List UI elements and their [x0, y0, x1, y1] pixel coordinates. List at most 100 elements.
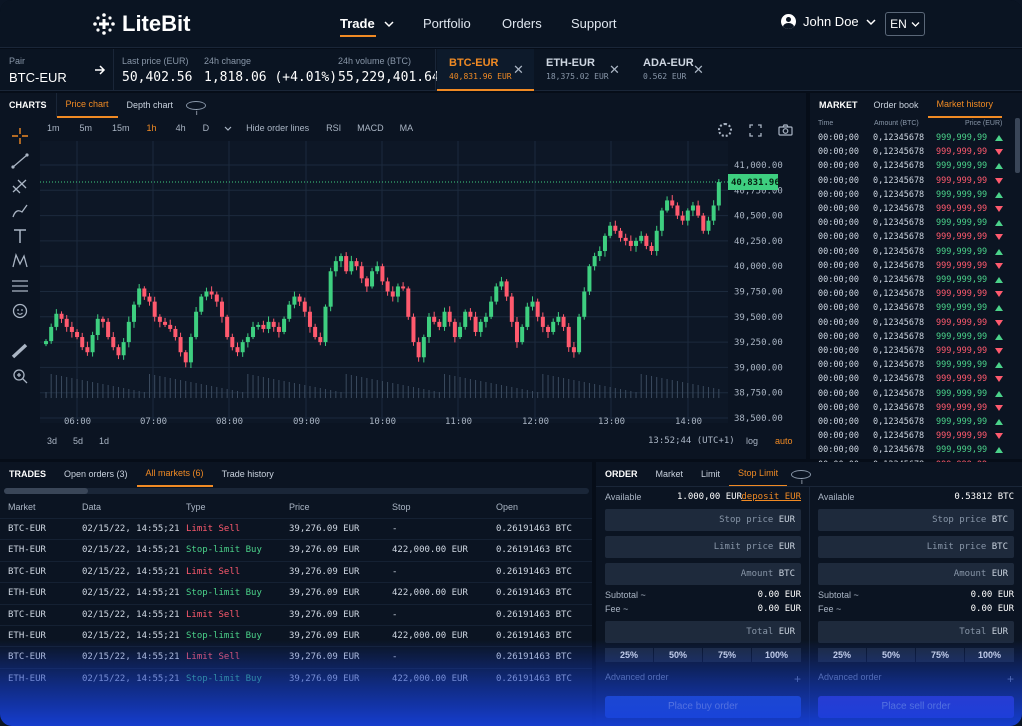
percent-50-button[interactable]: 50% [654, 648, 702, 662]
indicator-macd[interactable]: MACD [357, 123, 384, 133]
x-tick-label: 13:00 [598, 417, 625, 427]
table-row[interactable]: BTC-EUR 02/15/22, 14:55;21 Limit Sell 39,27… [0, 646, 592, 667]
user-menu[interactable]: John Doe [781, 14, 876, 29]
info-icon[interactable]: i [186, 100, 207, 117]
table-row[interactable]: ETH-EUR 02/15/22, 14:55;21 Stop-limit Buy 3… [0, 667, 592, 689]
timeframe-4h[interactable]: 4h [176, 123, 186, 133]
chevron-down-icon[interactable] [224, 126, 232, 132]
table-row[interactable]: BTC-EUR 02/15/22, 14:55;21 Limit Sell 39,27… [0, 518, 592, 539]
indicator-ma[interactable]: MA [400, 123, 414, 133]
chart-settings-icon[interactable] [718, 123, 732, 137]
hide-order-lines-button[interactable]: Hide order lines [246, 123, 309, 133]
tab-all-markets[interactable]: All markets (6) [136, 461, 213, 487]
tab-trade-history[interactable]: Trade history [213, 462, 283, 486]
stop-price-input[interactable]: Stop price EUR [605, 509, 801, 531]
tab-stop-limit-order[interactable]: Stop Limit [729, 461, 788, 487]
range-5d[interactable]: 5d [73, 436, 83, 446]
arrow-down-icon [995, 177, 1003, 184]
nav-item-orders[interactable]: Orders [502, 16, 542, 31]
text-tool-icon[interactable] [10, 227, 30, 245]
amount-input[interactable]: Amount EUR [818, 563, 1014, 585]
timeframe-15m[interactable]: 15m [112, 123, 130, 133]
tab-open-orders[interactable]: Open orders (3) [55, 462, 137, 486]
tab-depth-chart[interactable]: Depth chart [118, 93, 183, 117]
trade-amount: 0,12345678 [873, 402, 925, 413]
close-icon[interactable]: ✕ [609, 62, 620, 78]
limit-price-input[interactable]: Limit price EUR [605, 536, 801, 558]
place-buy-order-button[interactable]: Place buy order [605, 696, 801, 718]
limit-price-input[interactable]: Limit price BTC [818, 536, 1014, 558]
tab-market-history[interactable]: Market history [927, 92, 1003, 118]
price-chart[interactable]: 41,000.0040,750.0040,500.0040,250.0040,0… [0, 93, 806, 459]
tab-market-order[interactable]: Market [647, 462, 693, 486]
table-row[interactable]: ETH-EUR 02/15/22, 14:55;21 Stop-limit Buy 3… [0, 625, 592, 646]
table-row[interactable]: ETH-EUR 02/15/22, 14:55;21 Stop-limit Buy 3… [0, 582, 592, 603]
candle-body [349, 261, 354, 272]
timeframe-d[interactable]: D [203, 123, 210, 133]
nav-item-portfolio[interactable]: Portfolio [423, 16, 471, 31]
log-scale-toggle[interactable]: log [746, 436, 758, 446]
advanced-order-toggle[interactable]: Advanced order + [818, 672, 1014, 686]
info-icon[interactable]: i [791, 469, 812, 486]
scrollbar[interactable] [1015, 118, 1020, 173]
fullscreen-icon[interactable] [749, 124, 762, 137]
market-tab-btc-eur[interactable]: BTC-EUR 40,831.96 EUR ✕ [437, 49, 534, 91]
candle-body [333, 261, 338, 272]
percent-25-button[interactable]: 25% [605, 648, 653, 662]
percent-75-button[interactable]: 75% [916, 648, 964, 662]
stop-price-input[interactable]: Stop price BTC [818, 509, 1014, 531]
fib-retracement-icon[interactable] [10, 277, 30, 295]
market-tab-price: 0.562 EUR [643, 72, 687, 81]
emoji-icon[interactable] [10, 302, 30, 320]
volume-bar [324, 389, 326, 398]
pair-selector[interactable]: Pair BTC-EUR [9, 56, 67, 85]
total-input[interactable]: Total EUR [818, 621, 1014, 643]
arrow-right-icon[interactable] [94, 65, 106, 75]
advanced-order-toggle[interactable]: Advanced order + [605, 672, 801, 686]
percent-25-button[interactable]: 25% [818, 648, 866, 662]
pattern-icon[interactable] [10, 252, 30, 270]
place-sell-order-button[interactable]: Place sell order [818, 696, 1014, 718]
indicator-rsi[interactable]: RSI [326, 123, 341, 133]
percent-100-button[interactable]: 100% [965, 648, 1014, 662]
pitchfork-icon[interactable] [10, 177, 30, 195]
percent-100-button[interactable]: 100% [752, 648, 801, 662]
close-icon[interactable]: ✕ [513, 62, 524, 78]
zoom-icon[interactable] [10, 367, 30, 385]
total-input[interactable]: Total EUR [605, 621, 801, 643]
brand-logo[interactable]: LiteBit [92, 10, 190, 38]
amount-input[interactable]: Amount BTC [605, 563, 801, 585]
percent-50-button[interactable]: 50% [867, 648, 915, 662]
auto-scale-toggle[interactable]: auto [775, 436, 793, 446]
timeframe-1h[interactable]: 1h [147, 123, 157, 133]
range-1d[interactable]: 1d [99, 436, 109, 446]
scrollbar-thumb[interactable] [4, 488, 88, 494]
volume-bar [112, 386, 114, 398]
brush-icon[interactable] [10, 202, 30, 220]
table-row[interactable]: BTC-EUR 02/15/22, 14:55;21 Limit Sell 39,27… [0, 603, 592, 625]
timeframe-1m[interactable]: 1m [47, 123, 60, 133]
crosshair-icon[interactable] [10, 127, 30, 145]
table-row[interactable]: BTC-EUR 02/15/22, 14:55;21 Limit Sell 39,27… [0, 560, 592, 582]
trend-line-icon[interactable] [10, 152, 30, 170]
nav-item-trade[interactable]: Trade [340, 16, 394, 37]
language-selector[interactable]: EN [885, 12, 925, 36]
divider [809, 486, 810, 726]
tab-order-book[interactable]: Order book [865, 93, 928, 117]
volume-bar [495, 384, 497, 398]
camera-icon[interactable] [778, 124, 793, 136]
range-3d[interactable]: 3d [47, 436, 57, 446]
market-tab-eth-eur[interactable]: ETH-EUR 18,375.02 EUR ✕ [534, 49, 630, 91]
pair-value: BTC-EUR [9, 70, 67, 85]
table-row[interactable]: ETH-EUR 02/15/22, 14:55;21 Stop-limit Buy 3… [0, 539, 592, 560]
deposit-link[interactable]: deposit EUR [741, 492, 801, 502]
timeframe-5m[interactable]: 5m [80, 123, 93, 133]
market-tab-ada-eur[interactable]: ADA-EUR 0.562 EUR ✕ [631, 49, 711, 91]
ruler-icon[interactable] [10, 342, 30, 360]
nav-item-support[interactable]: Support [571, 16, 617, 31]
percent-75-button[interactable]: 75% [703, 648, 751, 662]
tab-price-chart[interactable]: Price chart [56, 92, 118, 118]
horizontal-scrollbar[interactable] [4, 488, 589, 494]
close-icon[interactable]: ✕ [693, 62, 704, 78]
tab-limit-order[interactable]: Limit [692, 462, 729, 486]
